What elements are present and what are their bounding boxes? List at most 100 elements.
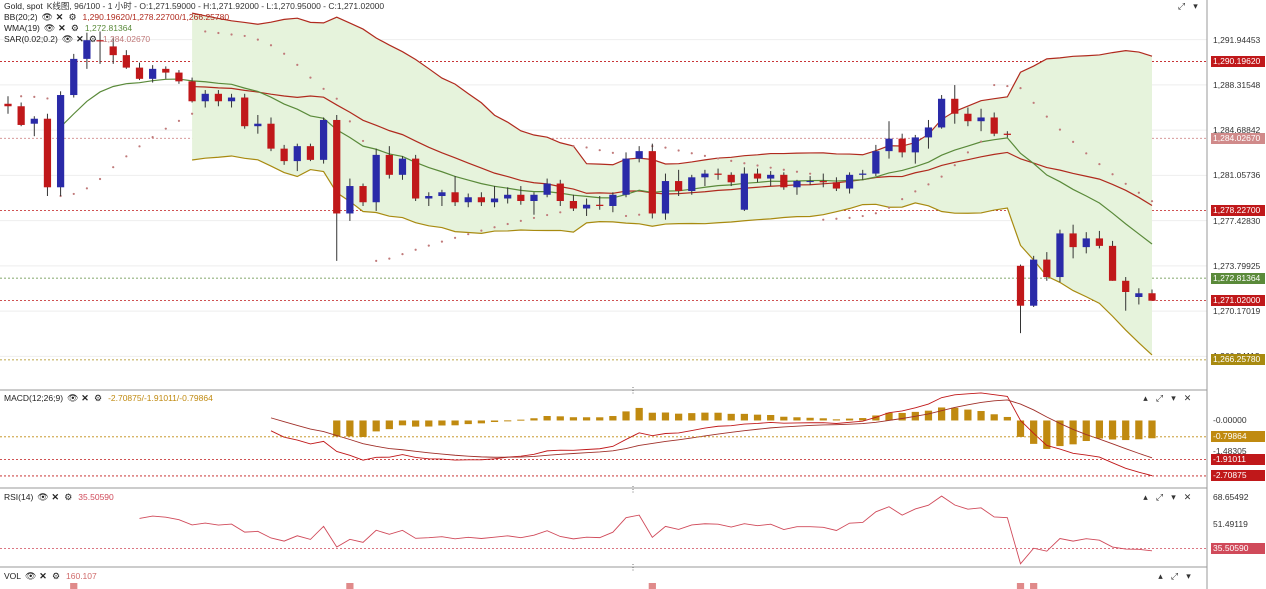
close-icon[interactable]: ✕ bbox=[55, 12, 65, 23]
gear-icon[interactable]: ⚙ bbox=[68, 12, 78, 23]
close-icon[interactable]: ✕ bbox=[57, 23, 67, 34]
arrow-up-icon[interactable]: ▴ bbox=[1155, 571, 1166, 582]
candle[interactable] bbox=[70, 53, 78, 98]
arrow-up-icon[interactable]: ▴ bbox=[1140, 492, 1151, 503]
candle-body bbox=[43, 118, 52, 188]
volume-bar bbox=[648, 583, 656, 589]
sar-dot bbox=[401, 252, 404, 256]
candle[interactable] bbox=[56, 91, 65, 197]
candle[interactable] bbox=[1056, 229, 1064, 283]
candle-body bbox=[4, 103, 12, 107]
close-icon[interactable]: ✕ bbox=[80, 393, 90, 404]
macd-histogram-bar bbox=[806, 417, 814, 421]
candle[interactable] bbox=[319, 117, 328, 164]
eye-icon[interactable]: 👁 bbox=[44, 23, 55, 34]
candle-body bbox=[438, 192, 446, 197]
macd-histogram-bar bbox=[333, 420, 341, 437]
candle[interactable] bbox=[175, 70, 183, 84]
candle[interactable] bbox=[30, 116, 38, 137]
macd-histogram-bar bbox=[661, 412, 670, 421]
sar-dot bbox=[1111, 173, 1114, 176]
resize-handle[interactable]: ⋮ bbox=[629, 485, 637, 494]
volume-bar bbox=[346, 583, 354, 589]
sar-dot bbox=[546, 213, 549, 217]
sar-dot bbox=[427, 244, 430, 247]
candle[interactable] bbox=[241, 93, 249, 129]
candle[interactable] bbox=[648, 143, 656, 219]
macd-histogram-bar bbox=[753, 414, 762, 421]
candle[interactable] bbox=[135, 62, 144, 81]
close-icon[interactable]: ✕ bbox=[1182, 393, 1193, 404]
candle[interactable] bbox=[188, 77, 196, 103]
candle-body bbox=[201, 93, 209, 102]
close-icon[interactable]: ✕ bbox=[1182, 492, 1193, 503]
gear-icon[interactable]: ⚙ bbox=[70, 23, 80, 34]
sar-dot bbox=[861, 214, 864, 218]
expand-icon[interactable]: ⤢ bbox=[1154, 492, 1165, 503]
chart-canvas[interactable] bbox=[0, 0, 1266, 589]
expand-icon[interactable]: ⤢ bbox=[1176, 1, 1187, 12]
candle-body bbox=[490, 198, 499, 203]
candle[interactable] bbox=[937, 95, 946, 129]
arrow-down-icon[interactable]: ▾ bbox=[1183, 571, 1194, 582]
macd-histogram-bar bbox=[477, 420, 485, 424]
expand-icon[interactable]: ⤢ bbox=[1169, 571, 1180, 582]
sar-dot bbox=[467, 233, 470, 236]
gear-icon[interactable]: ⚙ bbox=[88, 34, 98, 45]
macd-histogram-bar bbox=[1095, 420, 1104, 439]
candle[interactable] bbox=[1108, 240, 1117, 281]
candle[interactable] bbox=[17, 102, 25, 127]
candle-body bbox=[661, 181, 670, 214]
resize-handle[interactable]: ⋮ bbox=[629, 386, 637, 395]
candle[interactable] bbox=[372, 148, 380, 211]
candle[interactable] bbox=[43, 113, 52, 197]
sar-dot bbox=[361, 139, 365, 143]
candle[interactable] bbox=[412, 154, 420, 201]
sar-dot bbox=[966, 151, 970, 154]
arrow-up-icon[interactable]: ▴ bbox=[1140, 393, 1151, 404]
gear-icon[interactable]: ⚙ bbox=[51, 571, 61, 582]
macd-histogram-bar bbox=[701, 412, 709, 421]
close-icon[interactable]: ✕ bbox=[50, 492, 60, 503]
eye-icon[interactable]: 👁 bbox=[67, 393, 78, 404]
sar-dot bbox=[1150, 200, 1154, 203]
candle[interactable] bbox=[622, 152, 630, 198]
candle-body bbox=[898, 138, 906, 153]
vol-value: 160.107 bbox=[66, 571, 97, 581]
sar-dot bbox=[414, 248, 417, 251]
candle[interactable] bbox=[1016, 264, 1025, 334]
sar-dot bbox=[1137, 191, 1140, 194]
candle[interactable] bbox=[740, 167, 748, 211]
sar-dot bbox=[848, 216, 851, 219]
candle[interactable] bbox=[4, 96, 12, 114]
candle[interactable] bbox=[122, 50, 130, 69]
eye-icon[interactable]: 👁 bbox=[42, 12, 53, 23]
close-icon[interactable]: ✕ bbox=[38, 571, 48, 582]
gear-icon[interactable]: ⚙ bbox=[63, 492, 73, 503]
candle[interactable] bbox=[333, 114, 341, 261]
eye-icon[interactable]: 👁 bbox=[25, 571, 36, 582]
resize-handle[interactable]: ⋮ bbox=[629, 563, 637, 572]
eye-icon[interactable]: 👁 bbox=[62, 34, 73, 45]
candle[interactable] bbox=[306, 143, 315, 162]
price-tag: 1,271.02000 bbox=[1211, 294, 1265, 306]
candle[interactable] bbox=[1030, 255, 1038, 307]
candle-body bbox=[1095, 238, 1104, 246]
volume-bar bbox=[1030, 583, 1038, 589]
close-icon[interactable]: ✕ bbox=[75, 34, 85, 45]
expand-icon[interactable]: ⤢ bbox=[1154, 393, 1165, 404]
sar-dot bbox=[822, 218, 825, 221]
arrow-down-icon[interactable]: ▾ bbox=[1168, 393, 1179, 404]
arrow-down-icon[interactable]: ▾ bbox=[1168, 492, 1179, 503]
sar-dot bbox=[585, 146, 588, 149]
gear-icon[interactable]: ⚙ bbox=[93, 393, 103, 404]
sar-dot bbox=[519, 219, 522, 223]
candle-body bbox=[267, 123, 275, 149]
candle-body bbox=[70, 58, 78, 96]
candle[interactable] bbox=[780, 172, 788, 190]
candle[interactable] bbox=[162, 66, 170, 79]
eye-icon[interactable]: 👁 bbox=[37, 492, 48, 503]
bb-label: BB(20;2) bbox=[4, 12, 38, 22]
macd-histogram-bar bbox=[438, 420, 446, 426]
arrow-down-icon[interactable]: ▾ bbox=[1190, 1, 1201, 12]
